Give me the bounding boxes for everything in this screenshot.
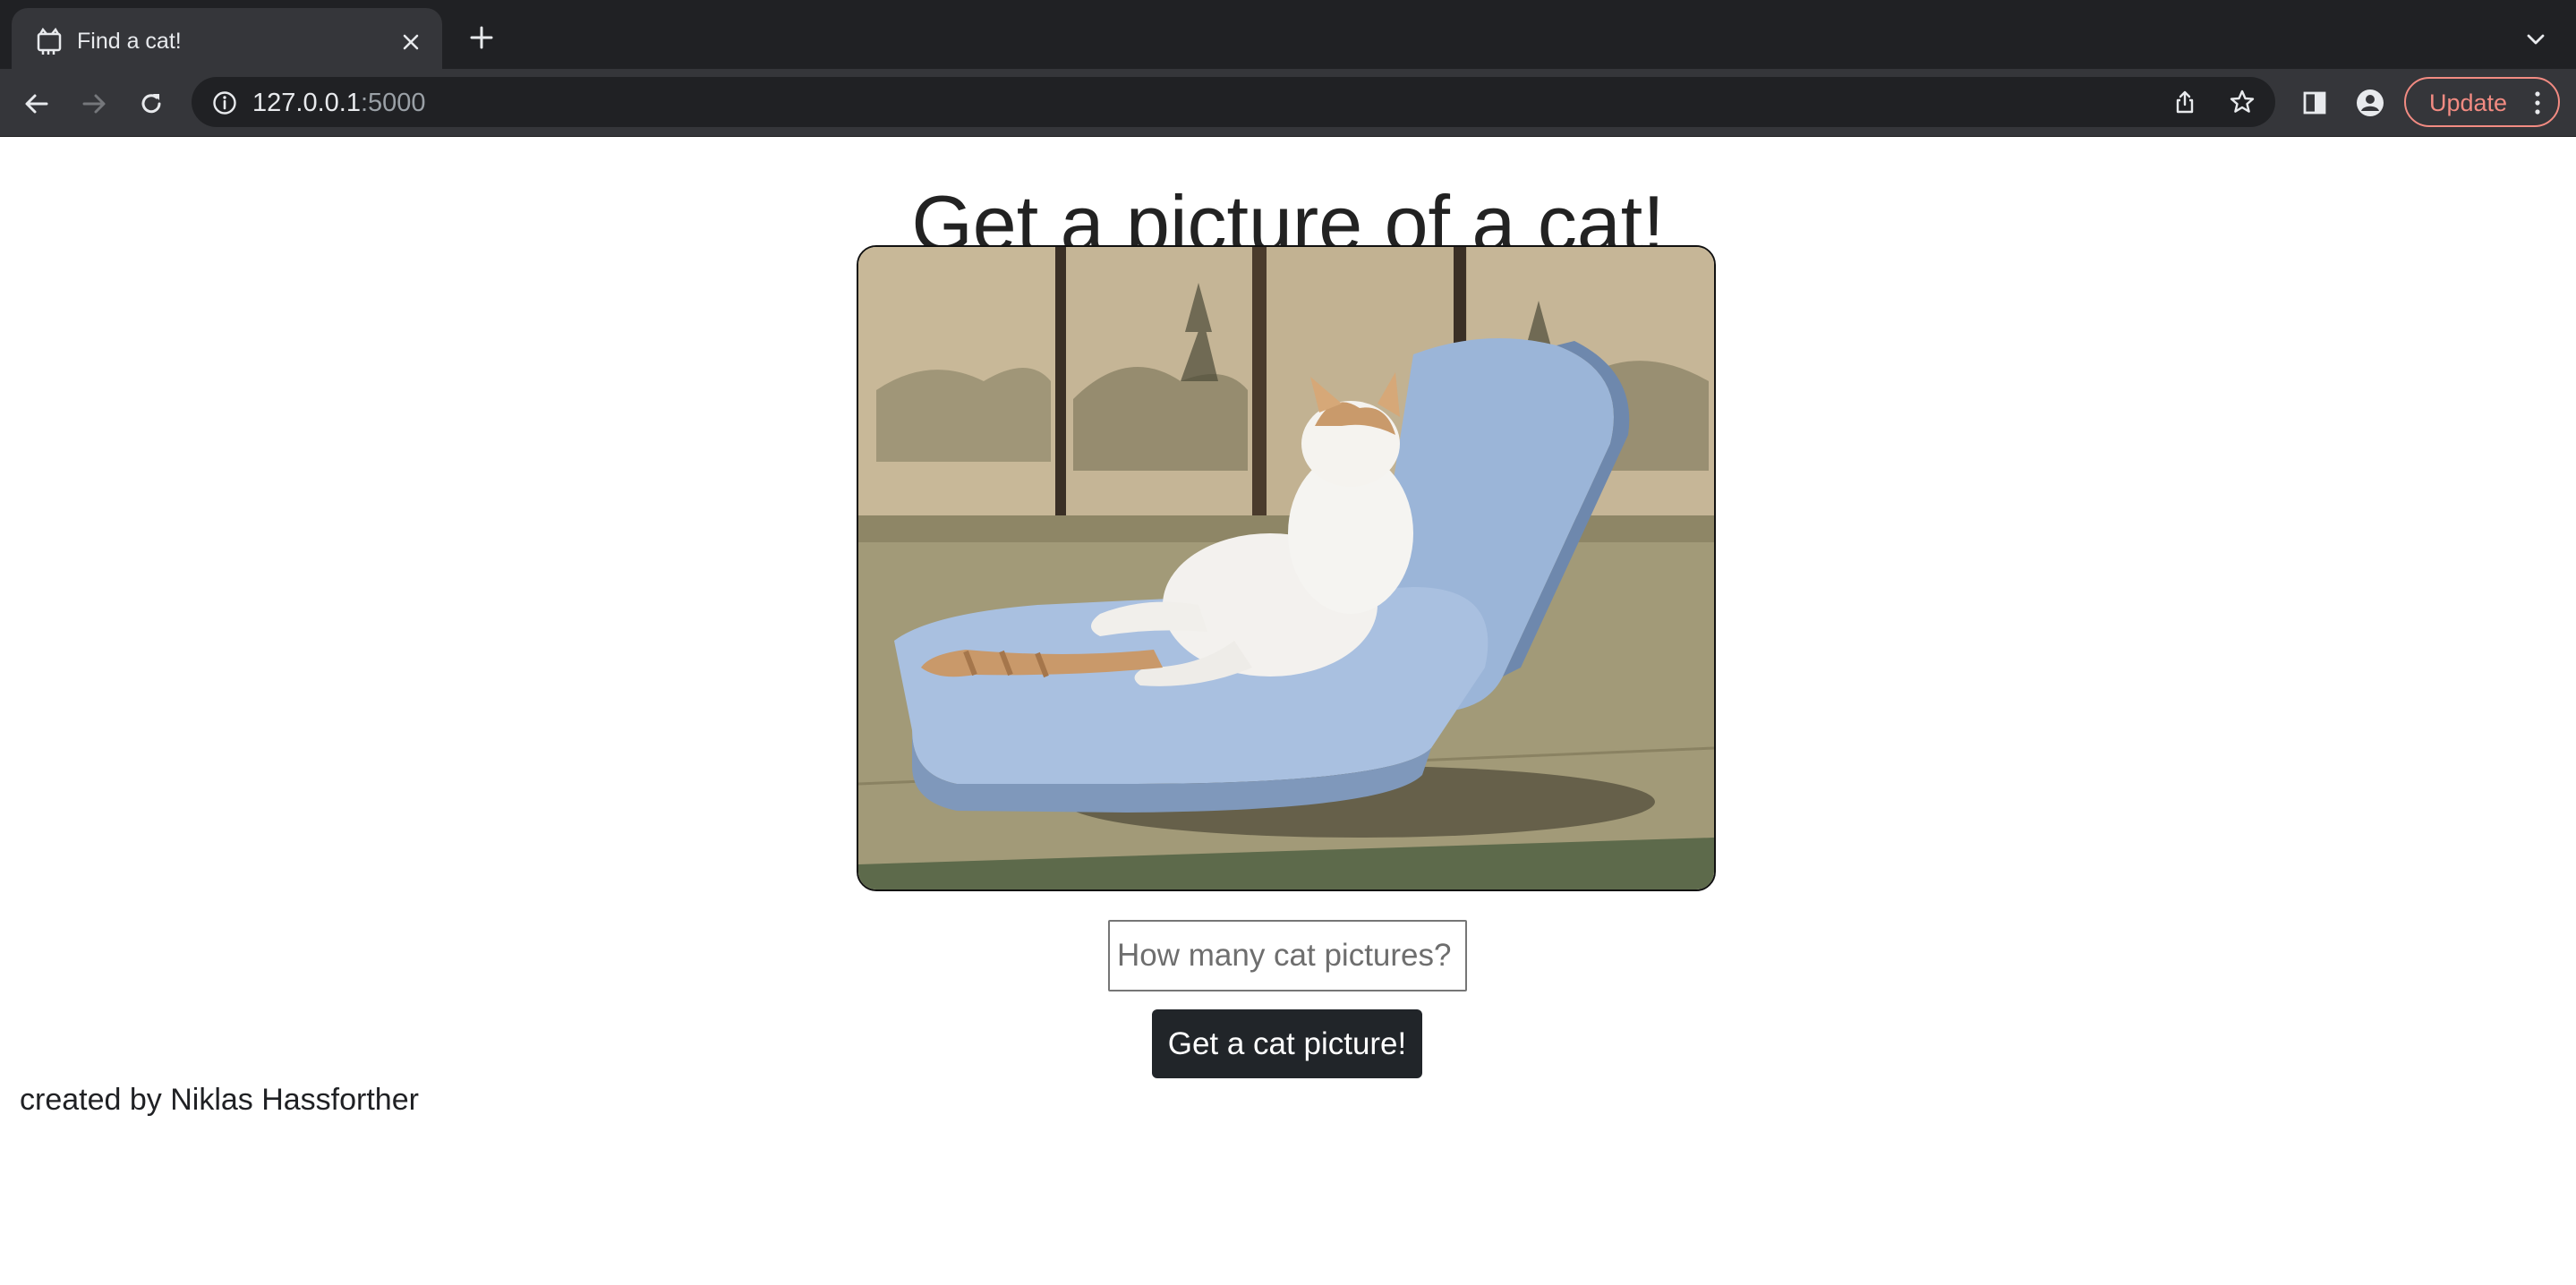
close-icon: [403, 34, 419, 50]
profile-button[interactable]: [2352, 85, 2388, 121]
forward-button[interactable]: [75, 85, 113, 123]
back-button[interactable]: [18, 85, 55, 123]
page-content: Get a picture of a cat! How many cat pic…: [0, 136, 2576, 1285]
url-port: :5000: [360, 89, 426, 117]
menu-icon[interactable]: [2531, 89, 2544, 116]
tab-strip: Find a cat!: [0, 0, 2576, 69]
new-tab-button[interactable]: [465, 21, 498, 54]
url-text: 127.0.0.1:5000: [252, 88, 426, 118]
share-icon: [2176, 90, 2194, 114]
reload-icon: [141, 94, 161, 114]
side-panel-button[interactable]: [2297, 85, 2333, 121]
back-icon: [25, 94, 48, 114]
tab-find-a-cat[interactable]: Find a cat!: [12, 8, 442, 69]
plus-icon: [470, 26, 493, 49]
tab-title: Find a cat!: [77, 29, 182, 54]
update-label: Update: [2429, 89, 2508, 116]
cat-picture: [857, 245, 1716, 891]
side-panel-icon: [2303, 91, 2326, 115]
share-button[interactable]: [2170, 87, 2200, 117]
update-button[interactable]: Update: [2404, 77, 2560, 127]
cat-favicon-icon: [37, 27, 62, 55]
reload-button[interactable]: [132, 85, 170, 123]
tab-search-button[interactable]: [2520, 23, 2552, 55]
star-icon: [2230, 89, 2255, 113]
forward-icon: [82, 94, 106, 114]
close-tab-button[interactable]: [395, 26, 427, 58]
url-host: 127.0.0.1: [252, 89, 361, 117]
browser-toolbar: 127.0.0.1:5000 Update: [0, 69, 2576, 137]
info-icon[interactable]: [211, 89, 238, 116]
chevron-down-icon: [2527, 34, 2545, 45]
footer-credit: created by Niklas Hassforther: [20, 1083, 419, 1117]
bookmark-button[interactable]: [2227, 87, 2257, 117]
cat-image: [858, 247, 1714, 889]
cat-count-input[interactable]: [1108, 920, 1467, 991]
profile-icon: [2357, 89, 2384, 116]
get-cat-picture-button[interactable]: Get a cat picture!: [1152, 1009, 1422, 1078]
address-bar[interactable]: 127.0.0.1:5000: [192, 77, 2275, 127]
